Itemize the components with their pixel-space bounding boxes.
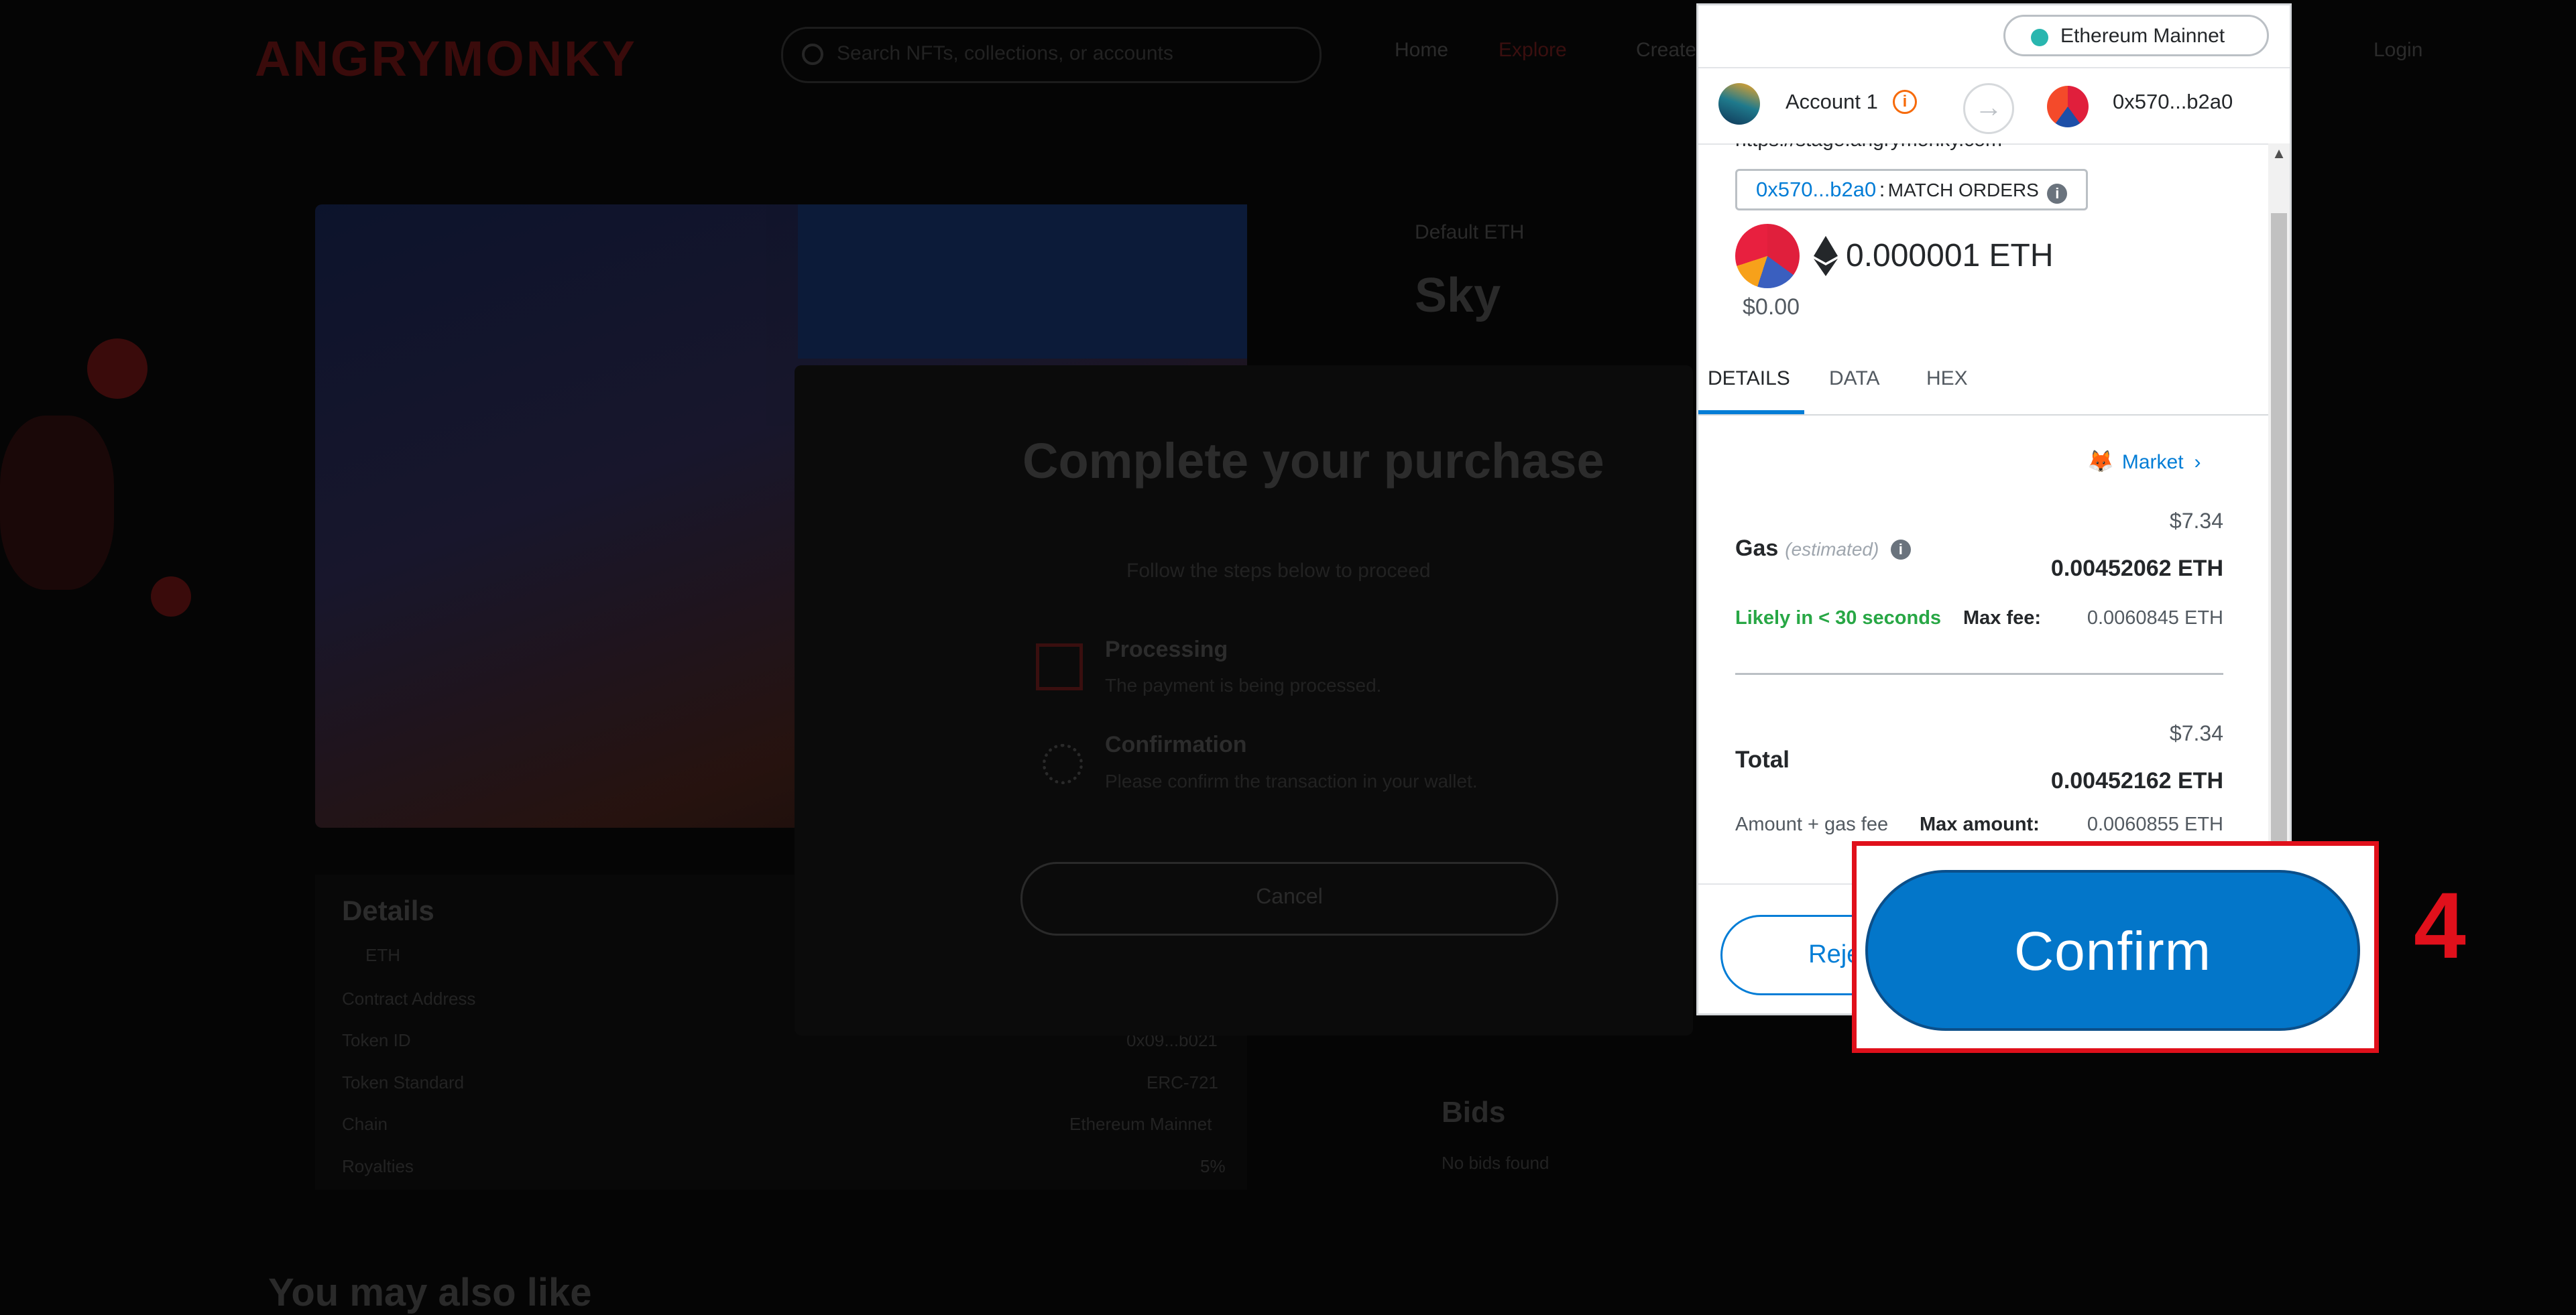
method-pill: 0x570...b2a0 : MATCH ORDERS i	[1735, 169, 2089, 210]
arrow-right-icon: →	[1963, 83, 2014, 134]
chevron-right-icon: ›	[2194, 451, 2201, 473]
details-row-label: ETH	[365, 945, 400, 965]
max-fee-value: 0.0060845 ETH	[2087, 607, 2223, 629]
step-processing-desc: The payment is being processed.	[1105, 675, 1382, 696]
search-placeholder: Search NFTs, collections, or accounts	[837, 42, 1173, 64]
scroll-up-icon[interactable]: ▲	[2270, 145, 2288, 164]
info-icon[interactable]: i	[1890, 540, 1911, 560]
network-selector[interactable]: Ethereum Mainnet	[2003, 15, 2269, 56]
network-name: Ethereum Mainnet	[2060, 25, 2225, 47]
transaction-scroll-area[interactable]: https://stage.angrymonky.com 0x570...b2a…	[1698, 143, 2290, 881]
total-usd: $7.34	[2169, 721, 2223, 745]
nav-explore[interactable]: Explore	[1499, 39, 1567, 62]
nav-create[interactable]: Create	[1636, 39, 1696, 62]
details-row-label: Chain	[342, 1114, 388, 1134]
gas-usd: $7.34	[2169, 509, 2223, 533]
active-tab-indicator	[1698, 410, 1804, 414]
decor-monkey	[0, 416, 114, 590]
step-confirmation-title: Confirmation	[1105, 732, 1247, 757]
ethereum-icon	[1814, 236, 1838, 276]
details-row-value: ERC-721	[1147, 1072, 1218, 1092]
modal-cancel-button[interactable]: Cancel	[1020, 862, 1558, 936]
decor-shape	[151, 576, 191, 617]
tab-details[interactable]: DETAILS	[1708, 367, 1790, 390]
info-icon[interactable]: i	[2047, 183, 2068, 204]
max-fee-label: Max fee:	[1963, 607, 2042, 629]
details-heading: Details	[342, 895, 434, 926]
gas-eth: 0.00452062 ETH	[2050, 556, 2223, 581]
may-also-like-heading: You may also like	[268, 1271, 592, 1314]
decor-shape	[87, 338, 148, 399]
details-row-label: Royalties	[342, 1156, 414, 1176]
total-eth: 0.00452162 ETH	[2050, 768, 2223, 794]
account-name[interactable]: Account 1	[1785, 90, 1878, 114]
details-row-label: Token ID	[342, 1030, 411, 1050]
bids-empty-text: No bids found	[1442, 1153, 1549, 1173]
contract-address[interactable]: 0x570...b2a0	[1756, 178, 1876, 201]
item-title: Sky	[1415, 269, 1501, 322]
recipient-avatar	[2047, 86, 2089, 127]
divider	[1735, 673, 2223, 675]
max-amount-label: Max amount:	[1920, 814, 2040, 835]
modal-subtitle: Follow the steps below to proceed	[1126, 560, 1431, 582]
method-name: MATCH ORDERS	[1887, 180, 2039, 200]
tab-hex[interactable]: HEX	[1926, 367, 1968, 390]
step-confirmation-desc: Please confirm the transaction in your w…	[1105, 771, 1478, 792]
details-row-value: 5%	[1200, 1156, 1226, 1176]
transaction-value-usd: $0.00	[1743, 294, 1800, 320]
amount-gas-label: Amount + gas fee	[1735, 814, 1889, 835]
method-separator: :	[1879, 178, 1885, 201]
recipient-address[interactable]: 0x570...b2a0	[2113, 90, 2233, 114]
details-row-label: Contract Address	[342, 989, 476, 1009]
account-avatar	[1718, 83, 1760, 125]
gas-label: Gas (estimated) i	[1735, 536, 1911, 562]
scrollbar-thumb[interactable]	[2271, 213, 2287, 857]
item-collection-label: Default ETH	[1415, 221, 1525, 243]
origin-url: https://stage.angrymonky.com	[1735, 143, 2002, 151]
step-number: 4	[2414, 873, 2466, 978]
transaction-value-eth: 0.000001 ETH	[1846, 238, 2054, 273]
info-icon[interactable]: i	[1893, 90, 1917, 114]
modal-title: Complete your purchase	[1022, 433, 1604, 489]
processing-check-icon	[1036, 643, 1083, 690]
confirm-button[interactable]: Confirm	[1865, 870, 2360, 1031]
contract-avatar	[1735, 224, 1800, 288]
total-label: Total	[1735, 747, 1790, 773]
step-processing-title: Processing	[1105, 637, 1228, 662]
site-search-bar[interactable]: Search NFTs, collections, or accounts	[781, 27, 1322, 83]
gas-preset-market[interactable]: 🦊 Market ›	[2087, 448, 2201, 474]
max-amount-value: 0.0060855 ETH	[2087, 814, 2223, 835]
spinner-icon	[1043, 744, 1083, 784]
site-logo[interactable]: ANGRYMONKY	[255, 30, 637, 87]
tab-data[interactable]: DATA	[1829, 367, 1880, 390]
nav-login[interactable]: Login	[2374, 39, 2422, 62]
gas-estimated-label: (estimated)	[1785, 539, 1879, 560]
gas-timing: Likely in < 30 seconds	[1735, 607, 1942, 629]
sender-recipient-row: Account 1 i → 0x570...b2a0	[1698, 67, 2290, 145]
fox-icon: 🦊	[2087, 449, 2114, 473]
search-icon	[802, 44, 823, 65]
network-status-icon	[2031, 29, 2048, 46]
details-row-label: Token Standard	[342, 1072, 465, 1092]
details-row-value: Ethereum Mainnet	[1069, 1114, 1212, 1134]
market-label: Market	[2121, 451, 2184, 473]
bids-heading: Bids	[1442, 1096, 1506, 1129]
tx-tabs: DETAILS DATA HEX	[1698, 345, 2268, 416]
nav-home[interactable]: Home	[1395, 39, 1448, 62]
